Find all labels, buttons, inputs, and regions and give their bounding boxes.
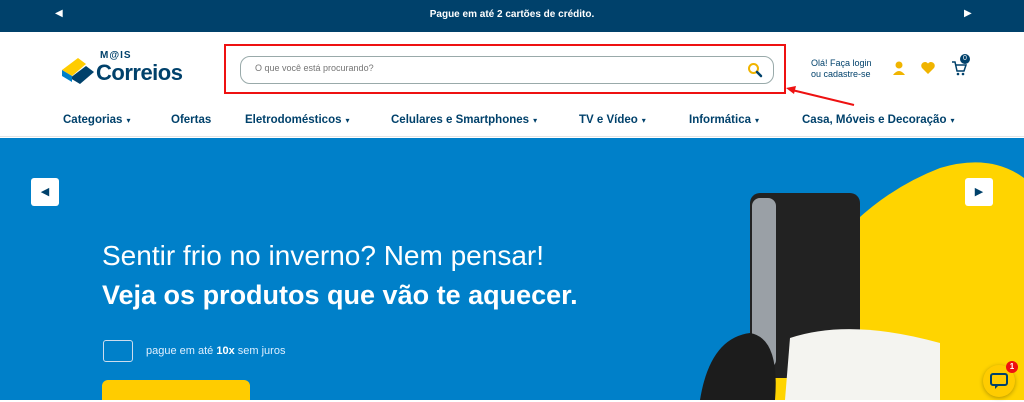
login-line-1: Olá! Faça login bbox=[811, 58, 872, 68]
chat-button[interactable]: 1 bbox=[983, 361, 1018, 397]
cart-count-badge: 0 bbox=[960, 54, 970, 64]
search-highlight-box bbox=[224, 44, 786, 94]
login-line-2: ou cadastre-se bbox=[811, 69, 871, 79]
carousel-prev-button[interactable]: ◀ bbox=[31, 178, 59, 206]
hero-cta-button[interactable] bbox=[102, 380, 250, 400]
login-link[interactable]: Olá! Faça login ou cadastre-se bbox=[811, 58, 872, 80]
search-input[interactable] bbox=[255, 63, 725, 73]
nav-item-casa[interactable]: Casa, Móveis e Decoração ▾ bbox=[802, 114, 954, 126]
nav-item-informatica[interactable]: Informática ▾ bbox=[689, 114, 759, 126]
site-header: M@IS Correios Olá! Faça login ou cadastr… bbox=[0, 32, 1024, 137]
promo-bar: ◀ Pague em até 2 cartões de crédito. ▶ bbox=[0, 0, 1024, 32]
chevron-right-icon[interactable]: ▶ bbox=[964, 8, 972, 19]
search-icon[interactable] bbox=[747, 62, 763, 78]
nav-item-categorias[interactable]: Categorias ▾ bbox=[63, 114, 130, 126]
correios-logo[interactable]: M@IS Correios bbox=[60, 50, 200, 90]
credit-card-icon bbox=[103, 340, 133, 362]
user-icon[interactable] bbox=[891, 60, 907, 76]
hero-banner[interactable]: Sentir frio no inverno? Nem pensar! Veja… bbox=[0, 138, 1024, 400]
logo-mark-icon bbox=[62, 58, 94, 84]
promo-message: Pague em até 2 cartões de crédito. bbox=[429, 9, 595, 20]
category-nav: Categorias ▾ Ofertas Eletrodomésticos ▾ Ce… bbox=[0, 114, 1024, 138]
search-bar bbox=[240, 56, 774, 84]
hero-subheadline: Veja os produtos que vão te aquecer. bbox=[102, 280, 578, 310]
carousel-next-button[interactable]: ▶ bbox=[965, 178, 993, 206]
logo-brand-text: Correios bbox=[96, 60, 183, 85]
nav-item-ofertas[interactable]: Ofertas bbox=[171, 114, 211, 126]
chat-notification-badge: 1 bbox=[1006, 361, 1018, 373]
nav-item-tv-video[interactable]: TV e Vídeo ▾ bbox=[579, 114, 646, 126]
nav-item-celulares[interactable]: Celulares e Smartphones ▾ bbox=[391, 114, 537, 126]
nav-item-eletrodomesticos[interactable]: Eletrodomésticos ▾ bbox=[245, 114, 350, 126]
hero-headline: Sentir frio no inverno? Nem pensar! bbox=[102, 240, 544, 271]
heart-icon[interactable] bbox=[920, 60, 936, 76]
installments-value: 10x bbox=[216, 345, 235, 357]
